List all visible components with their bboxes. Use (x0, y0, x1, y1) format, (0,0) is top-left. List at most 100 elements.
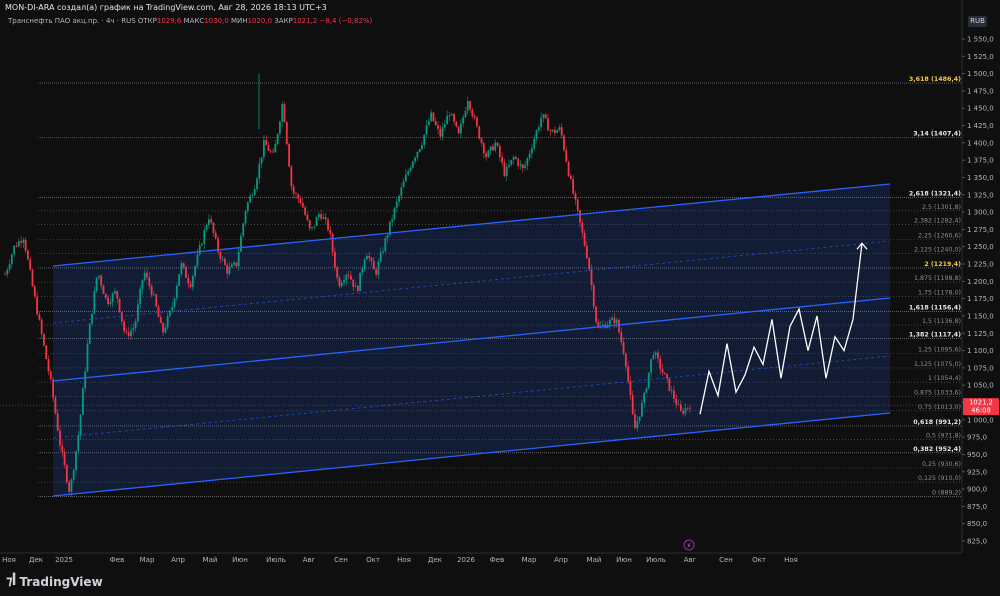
candle-body (437, 125, 439, 129)
fib-level-label: 1,5 (1136,8) (922, 318, 961, 325)
candle-body (114, 291, 116, 294)
candle-body (624, 353, 627, 367)
price-tick-label: 1 125,0 (967, 330, 994, 338)
candle-body (466, 101, 469, 111)
candle-body (86, 343, 89, 372)
candle-body (416, 152, 419, 158)
time-tick-label: Сен (334, 556, 348, 564)
candle-body (487, 150, 490, 158)
candle-body (38, 314, 41, 320)
candle-body (689, 407, 691, 409)
fib-level-label: 1,125 (1075,0) (914, 361, 961, 368)
candle-body (549, 130, 552, 132)
fib-level-label: 0,5 (971,8) (926, 432, 961, 439)
candle-body (242, 223, 245, 236)
lightning-icon: ⚡ (683, 539, 695, 551)
fib-level-label: 0,75 (1013,0) (918, 404, 961, 411)
price-tick-label: 1 325,0 (967, 191, 994, 199)
candle-body (643, 392, 646, 403)
candle-body (196, 254, 199, 267)
candle-body (164, 327, 167, 333)
open-label: ОТКР (137, 17, 157, 25)
candle-body (20, 241, 22, 243)
candle-body (338, 277, 341, 287)
candle-body (157, 306, 160, 318)
candle-body (480, 138, 483, 144)
candle-body (482, 143, 485, 154)
candle-body (173, 298, 176, 307)
candle-body (281, 104, 284, 122)
candle-body (130, 330, 132, 337)
candle-body (104, 293, 107, 298)
candle-body (31, 269, 34, 287)
candle-body (439, 128, 442, 137)
candle-body (100, 275, 103, 286)
candle-body (563, 135, 565, 151)
fib-level-label: 0,125 (910,0) (918, 475, 961, 482)
chart-caption: MON-DI-ARA создал(а) график на TradingVi… (5, 3, 327, 12)
candle-body (205, 225, 208, 230)
candle-body (492, 146, 494, 151)
time-tick-label: 2025 (55, 556, 73, 564)
price-tick-label: 1 275,0 (967, 226, 994, 234)
candle-body (377, 261, 380, 275)
candle-body (631, 394, 634, 415)
candle-body (102, 285, 105, 294)
candle-body (88, 323, 91, 344)
tradingview-logo-text: TradingView (19, 574, 103, 589)
candle-body (579, 210, 581, 223)
price-tick-label: 1 350,0 (967, 174, 994, 182)
close-value: 1021,2 (292, 17, 318, 25)
time-tick-label: Апр (554, 556, 568, 564)
candle-body (679, 404, 682, 411)
candle-body (274, 143, 277, 153)
candle-body (457, 126, 460, 134)
candle-body (240, 235, 242, 252)
candle-body (81, 388, 84, 415)
fib-level-label: 3,618 (1486,4) (909, 76, 961, 83)
candle-body (49, 371, 52, 379)
candle-body (279, 121, 281, 134)
time-tick-label: Май (587, 556, 602, 564)
candle-body (299, 198, 302, 203)
candle-body (411, 161, 414, 168)
candle-body (207, 219, 210, 226)
fib-level-label: 1,382 (1117,4) (909, 332, 961, 339)
candle-body (253, 189, 256, 196)
candle-body (418, 149, 421, 153)
candle-body (290, 166, 293, 187)
time-tick-label: Мар (140, 556, 155, 564)
candle-body (526, 158, 529, 166)
candle-body (343, 280, 345, 283)
price-chart[interactable]: 1 550,0 1 525,0 1 500,0 1 475,0 1 450,0 1 425… (0, 0, 1000, 596)
time-tick-label: Ноя (784, 556, 798, 564)
low-value: 1020,0 (247, 17, 273, 25)
candle-body (329, 229, 332, 235)
candle-body (661, 368, 664, 373)
candle-body (544, 114, 547, 119)
candle-body (531, 148, 533, 154)
time-tick-label: Дек (29, 556, 43, 564)
candle-body (221, 258, 224, 260)
candle-body (636, 420, 639, 429)
currency-badge[interactable]: RUB (968, 16, 987, 27)
candle-body (336, 267, 339, 278)
candle-body (171, 306, 174, 311)
candle-body (10, 254, 13, 265)
candle-body (375, 269, 378, 275)
tradingview-logo[interactable]: ⁊ꟾ TradingView (6, 574, 103, 589)
symbol-title[interactable]: Транснефть ПАО акц.пр. · 4ч · RUS (8, 17, 136, 25)
candle-body (228, 267, 231, 274)
candle-body (460, 123, 462, 134)
fib-level-label: 2 (1219,4) (924, 261, 961, 268)
candle-body (24, 239, 27, 251)
candle-body (191, 275, 194, 288)
fib-level-label: 0 (889,2) (932, 490, 961, 497)
price-tick-label: 900,0 (967, 486, 987, 494)
candle-body (421, 145, 423, 150)
candle-body (47, 359, 50, 372)
candle-body (464, 110, 467, 118)
candle-body (4, 274, 6, 276)
candle-body (40, 319, 43, 334)
candle-body (15, 245, 18, 247)
